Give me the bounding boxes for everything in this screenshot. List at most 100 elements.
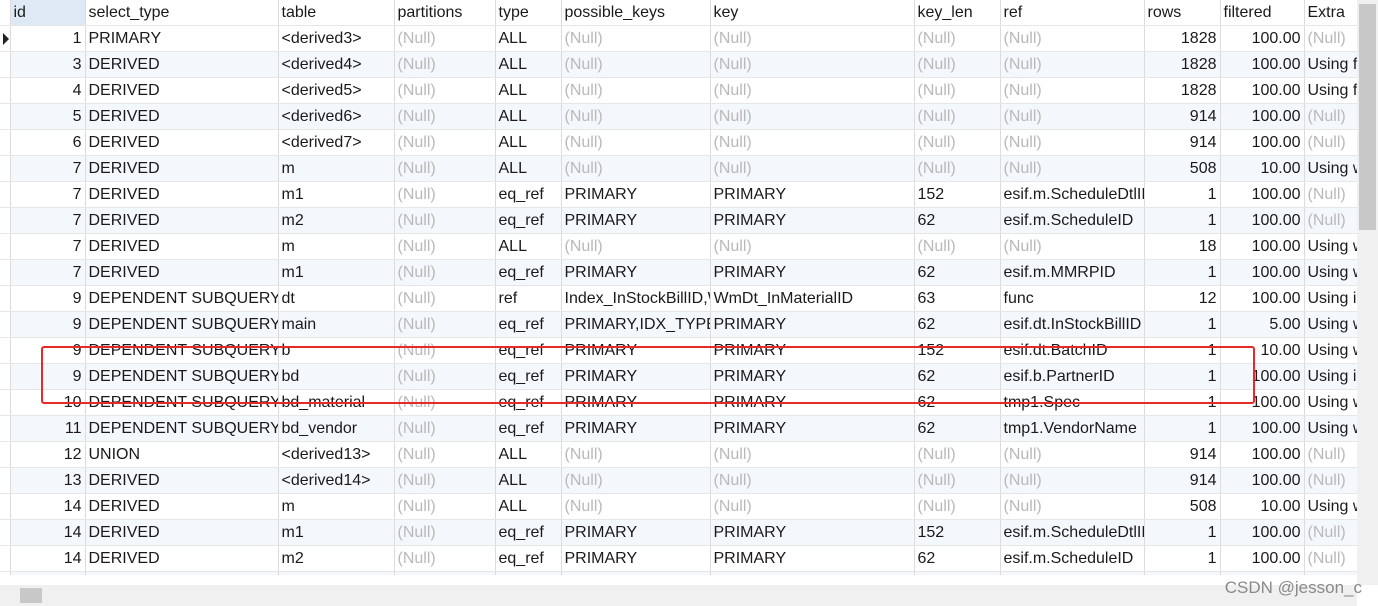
cell-ref[interactable]: (Null) (1000, 493, 1145, 520)
cell-ref[interactable]: esif.m.ScheduleDtlID (1000, 181, 1145, 208)
cell-table[interactable]: m2 (278, 545, 395, 572)
cell-table[interactable]: <derived13> (278, 441, 395, 468)
cell-rows[interactable]: 1 (1144, 389, 1221, 416)
cell-select-type[interactable]: DERIVED (85, 129, 279, 156)
cell-key[interactable]: (Null) (710, 129, 915, 156)
cell-filtered[interactable]: 100.00 (1220, 233, 1305, 260)
row-indicator[interactable] (0, 311, 11, 338)
cell-rows[interactable]: 1 (1144, 259, 1221, 286)
cell-possible-keys[interactable]: (Null) (561, 155, 711, 182)
cell-select-type[interactable]: DERIVED (85, 77, 279, 104)
cell-table[interactable]: bd (278, 363, 395, 390)
cell-extra[interactable]: Using index (1304, 285, 1357, 312)
cell-ref[interactable]: (Null) (1000, 233, 1145, 260)
cell-possible-keys[interactable]: (Null) (561, 493, 711, 520)
cell-key[interactable]: (Null) (710, 77, 915, 104)
cell-rows[interactable]: 508 (1144, 155, 1221, 182)
cell-ref[interactable]: esif.b.PartnerID (1000, 363, 1145, 390)
cell-rows[interactable]: 1828 (1144, 77, 1221, 104)
cell-select-type[interactable]: DERIVED (85, 519, 279, 546)
cell-ref[interactable]: func (1000, 285, 1145, 312)
cell-partitions[interactable]: (Null) (394, 51, 496, 78)
cell-ref[interactable]: (Null) (1000, 571, 1145, 575)
column-header-extra[interactable]: Extra (1304, 0, 1357, 26)
cell-table[interactable]: b (278, 337, 395, 364)
cell-partitions[interactable]: (Null) (394, 207, 496, 234)
column-header-partitions[interactable]: partitions (394, 0, 496, 26)
cell-id[interactable]: 14 (10, 545, 86, 572)
column-header-type[interactable]: type (495, 0, 562, 26)
cell-type[interactable]: ALL (495, 77, 562, 104)
cell-key-len[interactable]: (Null) (914, 77, 1001, 104)
cell-type[interactable]: ALL (495, 51, 562, 78)
cell-ref[interactable]: tmp1.Spec (1000, 389, 1145, 416)
horizontal-scrollbar[interactable] (0, 585, 1357, 606)
cell-select-type[interactable]: DEPENDENT SUBQUERY (85, 389, 279, 416)
column-header-table[interactable]: table (278, 0, 395, 26)
cell-extra[interactable]: (Null) (1304, 25, 1357, 52)
cell-table[interactable]: <derived4> (278, 51, 395, 78)
cell-ref[interactable]: (Null) (1000, 77, 1145, 104)
cell-extra[interactable]: (Null) (1304, 207, 1357, 234)
cell-extra[interactable]: (Null) (1304, 519, 1357, 546)
cell-type[interactable]: ALL (495, 571, 562, 575)
cell-possible-keys[interactable]: PRIMARY (561, 207, 711, 234)
cell-partitions[interactable]: (Null) (394, 77, 496, 104)
cell-filtered[interactable]: 100.00 (1220, 285, 1305, 312)
cell-possible-keys[interactable]: (Null) (561, 77, 711, 104)
cell-rows[interactable]: 1828 (1144, 25, 1221, 52)
cell-ref[interactable]: (Null) (1000, 155, 1145, 182)
cell-extra[interactable]: Using index (1304, 363, 1357, 390)
cell-partitions[interactable]: (Null) (394, 363, 496, 390)
column-header-ref[interactable]: ref (1000, 0, 1145, 26)
cell-possible-keys[interactable]: (Null) (561, 233, 711, 260)
cell-select-type[interactable]: DEPENDENT SUBQUERY (85, 337, 279, 364)
cell-key[interactable]: PRIMARY (710, 519, 915, 546)
cell-select-type[interactable]: DEPENDENT SUBQUERY (85, 363, 279, 390)
cell-rows[interactable]: 914 (1144, 103, 1221, 130)
cell-table[interactable]: m (278, 493, 395, 520)
cell-select-type[interactable]: DEPENDENT SUBQUERY (85, 311, 279, 338)
cell-extra[interactable]: Using where (1304, 493, 1357, 520)
cell-partitions[interactable]: (Null) (394, 519, 496, 546)
row-indicator[interactable] (0, 363, 11, 390)
table-row[interactable]: 3 DERIVED <derived4> (Null) ALL (Null) (Null)(… (0, 51, 1357, 78)
row-indicator[interactable] (0, 415, 11, 442)
cell-possible-keys[interactable]: (Null) (561, 441, 711, 468)
cell-ref[interactable]: (Null) (1000, 25, 1145, 52)
row-indicator[interactable] (0, 103, 11, 130)
row-indicator[interactable] (0, 571, 11, 575)
vertical-scroll-thumb[interactable] (1359, 4, 1376, 230)
cell-extra[interactable]: Using where (1304, 233, 1357, 260)
cell-filtered[interactable]: 100.00 (1220, 363, 1305, 390)
cell-ref[interactable]: esif.m.ScheduleID (1000, 545, 1145, 572)
cell-id[interactable]: 7 (10, 181, 86, 208)
cell-possible-keys[interactable]: PRIMARY,IDX_TYPE_ (561, 311, 711, 338)
cell-key[interactable]: PRIMARY (710, 207, 915, 234)
table-row[interactable]: 4 DERIVED <derived5> (Null) ALL (Null) (Null)(… (0, 77, 1357, 104)
cell-extra[interactable]: (Null) (1304, 129, 1357, 156)
cell-possible-keys[interactable]: PRIMARY (561, 389, 711, 416)
cell-filtered[interactable]: 100.00 (1220, 389, 1305, 416)
cell-partitions[interactable]: (Null) (394, 155, 496, 182)
cell-partitions[interactable]: (Null) (394, 311, 496, 338)
cell-type[interactable]: ref (495, 285, 562, 312)
cell-select-type[interactable]: DEPENDENT SUBQUERY (85, 285, 279, 312)
row-indicator[interactable] (0, 441, 11, 468)
cell-type[interactable]: eq_ref (495, 415, 562, 442)
cell-table[interactable]: <derived5> (278, 77, 395, 104)
cell-possible-keys[interactable]: PRIMARY (561, 337, 711, 364)
cell-table[interactable]: <derived3> (278, 25, 395, 52)
cell-table[interactable]: <derived14> (278, 467, 395, 494)
cell-filtered[interactable]: 100.00 (1220, 129, 1305, 156)
row-indicator[interactable] (0, 233, 11, 260)
table-row[interactable]: 14 DERIVED m2 (Null) eq_ref PRIMARY PRIMARY 62 e… (0, 545, 1357, 572)
table-row[interactable]: 11 DEPENDENT SUBQUERY bd_vendor (Null) eq_re… (0, 415, 1357, 442)
cell-key[interactable]: PRIMARY (710, 545, 915, 572)
table-row[interactable]: 7 DERIVED m2 (Null) eq_ref PRIMARY PRIMARY 62 es… (0, 207, 1357, 234)
cell-extra[interactable]: (Null) (1304, 467, 1357, 494)
cell-select-type[interactable]: DERIVED (85, 493, 279, 520)
cell-type[interactable]: eq_ref (495, 311, 562, 338)
cell-filtered[interactable]: 100.00 (1220, 441, 1305, 468)
cell-extra[interactable]: Using where (1304, 259, 1357, 286)
